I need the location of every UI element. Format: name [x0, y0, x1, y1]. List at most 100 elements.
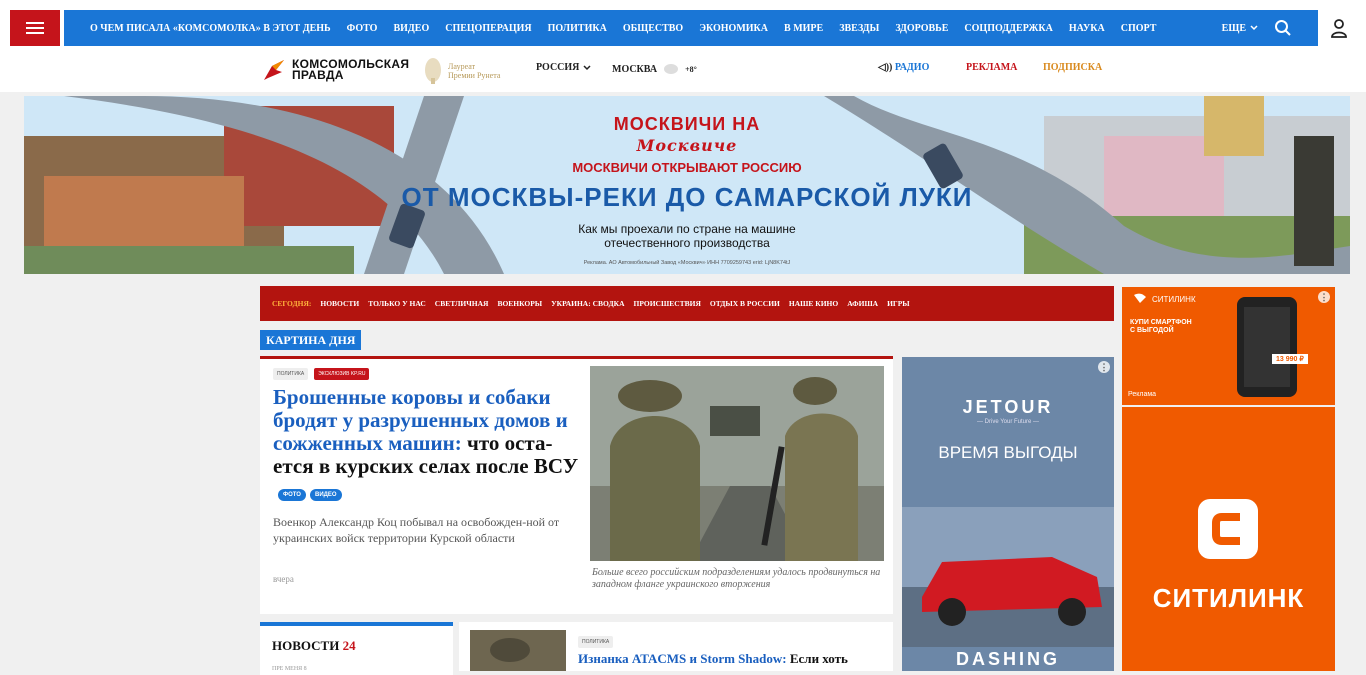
secondary-headline-highlight: Изнанка ATACMS и Storm Shadow:: [578, 651, 787, 666]
secnav-item-games[interactable]: ИГРЫ: [887, 299, 910, 308]
secnav-item-war-correspondents[interactable]: ВОЕНКОРЫ: [497, 299, 542, 308]
banner-desc-line-1: Как мы проехали по стране на машине: [578, 222, 796, 236]
news24-title: НОВОСТИ 24: [272, 638, 356, 654]
jetour-slogan: — Drive Your Future —: [976, 419, 1040, 425]
logo-star-icon: [264, 60, 284, 80]
secondary-headline[interactable]: Изнанка ATACMS и Storm Shadow: Если хоть: [578, 651, 848, 667]
laurel-icon: [425, 58, 441, 84]
jetour-brand: JETOUR: [962, 397, 1054, 417]
weather-widget[interactable]: МОСКВА +8°: [612, 62, 697, 76]
laureate-line-2: Премии Рунета: [448, 71, 501, 80]
subscription-link[interactable]: ПОДПИСКА: [1043, 62, 1102, 73]
banner-logo: МОСКВИЧИ НА Москвиче: [24, 114, 1350, 156]
logo-line-2: ПРАВДА: [292, 68, 344, 82]
nav-item-specop[interactable]: СПЕЦОПЕРАЦИЯ: [445, 23, 531, 34]
hamburger-icon: [26, 22, 44, 34]
user-icon[interactable]: [1330, 18, 1348, 38]
nav-item-science[interactable]: НАУКА: [1069, 23, 1105, 34]
banner-text-block: МОСКВИЧИ НА Москвиче МОСКВИЧИ ОТКРЫВАЮТ …: [24, 96, 1350, 274]
news24-date: ПРЕ МЕНЯ 8: [272, 666, 307, 672]
nav-item-economy[interactable]: ЭКОНОМИКА: [699, 23, 768, 34]
secnav-item-ukraine[interactable]: УКРАИНА: СВОДКА: [551, 299, 624, 308]
nav-item-politics[interactable]: ПОЛИТИКА: [548, 23, 607, 34]
citilink-promo: КУПИ СМАРТФОН С ВЫГОДОЙ: [1130, 319, 1192, 334]
temperature: +8°: [685, 64, 697, 74]
citilink-banner-ad[interactable]: СИТИЛИНК: [1122, 407, 1335, 671]
jetour-offer: ВРЕМЯ ВЫГОДЫ: [938, 443, 1078, 462]
secnav-today: СЕГОДНЯ:: [272, 299, 312, 308]
top-bar: О ЧЕМ ПИСАЛА «КОМСОМОЛКА» В ЭТОТ ДЕНЬ ФО…: [0, 0, 1366, 54]
radio-icon: ◁)): [878, 62, 895, 73]
secnav-item-exclusive[interactable]: ТОЛЬКО У НАС: [368, 299, 426, 308]
photo-pill[interactable]: ФОТО: [278, 489, 306, 501]
featured-time: вчера: [273, 574, 294, 584]
citilink-word: СИТИЛИНК: [1152, 583, 1305, 613]
featured-headline[interactable]: Брошенные коровы и собаки бродят у разру…: [273, 386, 583, 478]
secnav-item-cinema[interactable]: НАШЕ КИНО: [789, 299, 838, 308]
featured-lead: Военкор Александр Коц побывал на освобож…: [273, 515, 560, 545]
citilink-ad-label: Реклама: [1128, 391, 1157, 398]
tag-politics[interactable]: ПОЛИТИКА: [273, 368, 309, 380]
ads-link[interactable]: РЕКЛАМА: [966, 62, 1017, 73]
region-selector[interactable]: РОССИЯ: [536, 62, 591, 73]
banner-description: Как мы проехали по стране на машине отеч…: [24, 222, 1350, 250]
site-logo[interactable]: КОМСОМОЛЬСКАЯ ПРАВДА: [262, 58, 409, 82]
smartphone-image: [1237, 297, 1297, 397]
nav-more-label: ЕЩЕ: [1221, 22, 1246, 34]
nav-item-health[interactable]: ЗДОРОВЬЕ: [895, 23, 948, 34]
nav-item-sport[interactable]: СПОРТ: [1121, 23, 1157, 34]
tag-exclusive[interactable]: ЭКСКЛЮЗИВ KP.RU: [314, 368, 370, 380]
banner-desc-line-2: отечественного производства: [604, 236, 770, 250]
banner-subtitle: МОСКВИЧИ ОТКРЫВАЮТ РОССИЮ: [572, 160, 802, 175]
secnav-item-news[interactable]: НОВОСТИ: [320, 299, 359, 308]
chevron-down-icon: [1250, 25, 1258, 31]
video-pill[interactable]: ВИДЕО: [309, 489, 342, 501]
promo-banner[interactable]: МОСКВИЧИ НА Москвиче МОСКВИЧИ ОТКРЫВАЮТ …: [24, 96, 1350, 274]
secondary-headline-rest: Если хоть: [786, 651, 848, 666]
news24-block[interactable]: НОВОСТИ 24 ПРЕ МЕНЯ 8: [260, 622, 453, 675]
secnav-item-travel[interactable]: ОТДЫХ В РОССИИ: [710, 299, 780, 308]
featured-photo[interactable]: [590, 366, 884, 561]
region-label: РОССИЯ: [536, 62, 580, 73]
nav-more-button[interactable]: ЕЩЕ: [1222, 23, 1258, 34]
secnav-item-incidents[interactable]: ПРОИСШЕСТВИЯ: [634, 299, 701, 308]
search-icon[interactable]: [1274, 19, 1292, 37]
laureate-text: Лауреат Премии Рунета: [448, 62, 508, 80]
secondary-article-thumbnail[interactable]: [470, 630, 566, 671]
nav-item-stars[interactable]: ЗВЕЗДЫ: [839, 23, 879, 34]
laureate-badge: Лауреат Премии Рунета: [422, 56, 508, 86]
news24-count: 24: [342, 638, 356, 653]
banner-legal: Реклама. АО Автомобильный Завод «Москвич…: [583, 260, 791, 266]
secnav-item-afisha[interactable]: АФИША: [847, 299, 878, 308]
ad-menu-icon[interactable]: ⋮: [1318, 291, 1330, 303]
secnav-item-svetlichnaya[interactable]: СВЕТЛИЧНАЯ: [435, 299, 489, 308]
radio-link[interactable]: ◁)) РАДИО: [878, 62, 929, 73]
citilink-logo-icon: [1134, 293, 1146, 303]
citilink-phone-ad[interactable]: СИТИЛИНК КУПИ СМАРТФОН С ВЫГОДОЙ 13 990 …: [1122, 287, 1335, 405]
citilink-c-icon: [1198, 499, 1258, 559]
nav-item-video[interactable]: ВИДЕО: [393, 23, 429, 34]
jetour-model: DASHING: [955, 649, 1060, 669]
laureate-line-1: Лауреат: [448, 62, 476, 71]
banner-logo-top: МОСКВИЧИ НА: [613, 114, 761, 134]
city-label: МОСКВА: [612, 63, 658, 75]
citilink-brand-small: СИТИЛИНК: [1152, 295, 1196, 304]
tag-politics-secondary[interactable]: ПОЛИТИКА: [578, 636, 614, 648]
ad-menu-icon[interactable]: ⋮: [1098, 361, 1110, 373]
jetour-car-image: [902, 507, 1114, 647]
citilink-price: 13 990 ₽: [1272, 354, 1308, 364]
nav-item-society[interactable]: ОБЩЕСТВО: [623, 23, 683, 34]
weather-cloud-icon: [664, 64, 679, 74]
secondary-tag: ПОЛИТИКА: [578, 630, 614, 648]
jetour-ad[interactable]: ⋮ JETOUR — Drive Your Future — ВРЕМЯ ВЫГ…: [902, 357, 1114, 671]
logo-text: КОМСОМОЛЬСКАЯ ПРАВДА: [292, 58, 409, 82]
nav-item-photo[interactable]: ФОТО: [347, 23, 378, 34]
banner-logo-script: Москвиче: [636, 136, 738, 155]
nav-item-social[interactable]: СОЦПОДДЕРЖКА: [964, 23, 1052, 34]
media-pills: ФОТО ВИДЕО: [278, 489, 342, 501]
nav-item-world[interactable]: В МИРЕ: [784, 23, 823, 34]
section-label[interactable]: КАРТИНА ДНЯ: [260, 330, 362, 350]
menu-button[interactable]: [10, 10, 60, 46]
nav-item-this-day[interactable]: О ЧЕМ ПИСАЛА «КОМСОМОЛКА» В ЭТОТ ДЕНЬ: [90, 23, 331, 34]
photo-caption: Больше всего российским подразделениям у…: [592, 567, 881, 590]
